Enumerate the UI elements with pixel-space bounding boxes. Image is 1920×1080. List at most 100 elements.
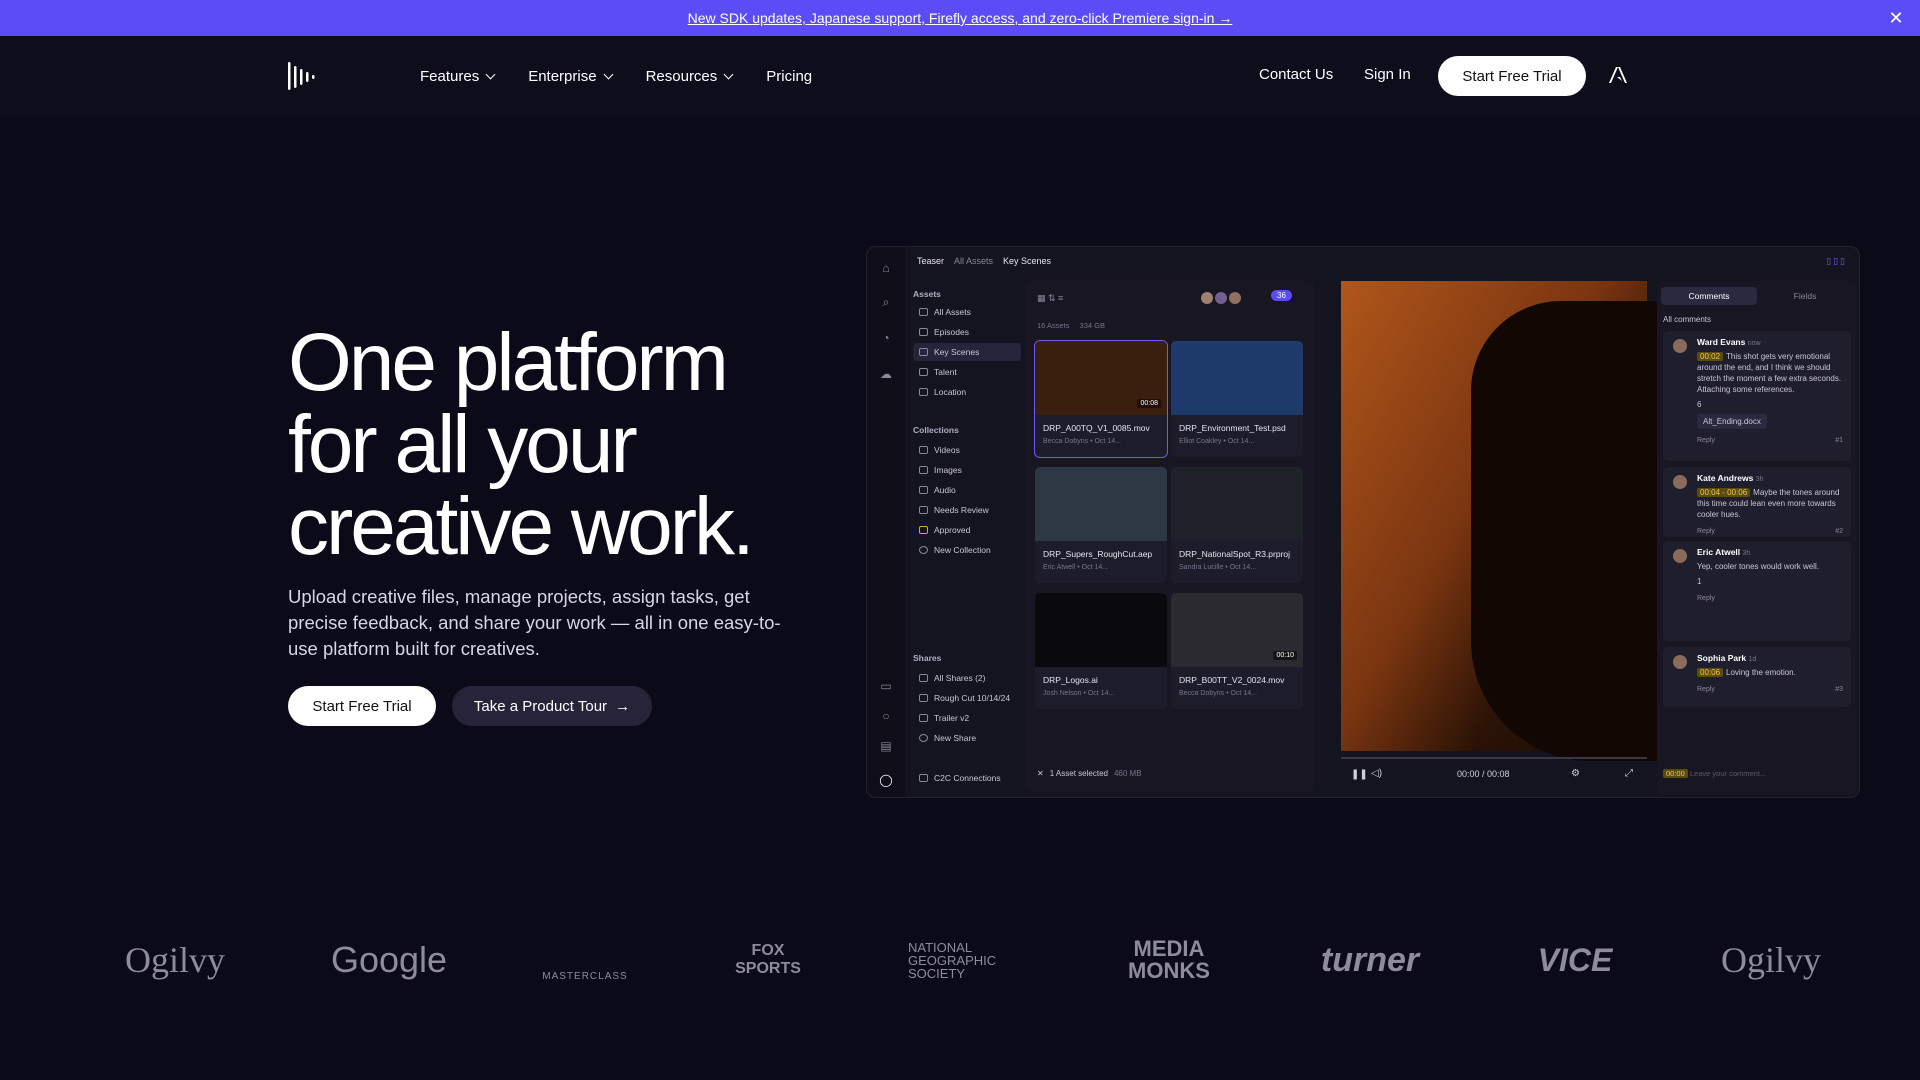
comment-card[interactable]: Kate Andrews 3h 00:04 - 00:06 Maybe the to… xyxy=(1663,467,1851,537)
sidebar-item-key-scenes[interactable]: Key Scenes xyxy=(913,343,1021,361)
announcement-link[interactable]: New SDK updates, Japanese support, Firef… xyxy=(688,10,1233,26)
asset-card[interactable]: 00:08 DRP_A00TQ_V1_0085.mov Becca Dobyns •… xyxy=(1034,340,1168,458)
comment-timestamp[interactable]: 00:06 xyxy=(1697,668,1724,677)
asset-card[interactable]: DRP_Environment_Test.psd Elliot Coakley •… xyxy=(1171,341,1303,457)
fullscreen-icon[interactable]: ⤢ xyxy=(1625,768,1633,779)
sidebar-item-all-assets[interactable]: All Assets xyxy=(913,303,1021,321)
tab-fields[interactable]: Fields xyxy=(1757,287,1853,305)
asset-card[interactable]: DRP_Logos.ai Josh Nelson • Oct 14... xyxy=(1035,593,1167,709)
asset-name: DRP_NationalSpot_R3.prproj xyxy=(1179,549,1291,559)
reply-button[interactable]: Reply #3 xyxy=(1697,684,1843,695)
menu-resources[interactable]: Resources xyxy=(646,68,734,85)
sign-in-link[interactable]: Sign In xyxy=(1364,66,1411,83)
settings-icon[interactable]: ⚙ xyxy=(1571,768,1580,779)
assets-section-title: Assets xyxy=(913,289,941,299)
attachment-chip[interactable]: Alt_Ending.docx xyxy=(1697,414,1767,429)
nav-start-trial-button[interactable]: Start Free Trial xyxy=(1438,56,1586,96)
logo-ogilvy: Ogilvy xyxy=(124,940,225,980)
comment-text: Loving the emotion. xyxy=(1726,668,1796,677)
logo-google: Google xyxy=(330,939,448,980)
asset-card[interactable]: 00:10 DRP_B00TT_V2_0024.mov Becca Dobyns •… xyxy=(1171,593,1303,709)
search-icon[interactable]: ⌕ xyxy=(879,295,893,309)
comments-filter[interactable]: All comments xyxy=(1663,315,1711,324)
member-avatars[interactable] xyxy=(1201,292,1247,304)
sidebar-item-audio[interactable]: Audio xyxy=(913,481,1021,499)
product-tour-button[interactable]: Take a Product Tour → xyxy=(452,686,652,726)
chat-icon[interactable]: ▭ xyxy=(879,679,893,693)
asset-card[interactable]: DRP_Supers_RoughCut.aep Eric Atwell • Oct… xyxy=(1035,467,1167,583)
view-options-icon[interactable]: ▦ ⇅ ≡ xyxy=(1037,293,1063,304)
reply-button[interactable]: Reply xyxy=(1697,593,1843,604)
avatar xyxy=(1673,475,1687,489)
assets-sidebar: Assets All Assets Episodes Key Scenes Ta… xyxy=(913,285,1021,789)
comment-author: Ward Evans now xyxy=(1697,337,1843,349)
asset-card[interactable]: DRP_NationalSpot_R3.prproj Sandra Lucille… xyxy=(1171,467,1303,583)
sidebar-item-rough-cut[interactable]: Rough Cut 10/14/24 xyxy=(913,689,1021,707)
inbox-icon[interactable]: ▤ xyxy=(879,739,893,753)
sidebar-item-trailer[interactable]: Trailer v2 xyxy=(913,709,1021,727)
reply-button[interactable]: Reply #1 xyxy=(1697,435,1843,446)
selection-size: 460 MB xyxy=(1113,769,1142,778)
video-icon xyxy=(919,446,928,454)
menu-label: Features xyxy=(420,67,480,85)
account-icon[interactable]: ◯ xyxy=(879,773,893,787)
reply-button[interactable]: Reply #2 xyxy=(1697,526,1843,537)
pause-icon[interactable]: ❚❚ xyxy=(1351,769,1368,780)
comment-number: #2 xyxy=(1835,528,1843,535)
sidebar-item-new-collection[interactable]: New Collection xyxy=(913,541,1021,559)
bell-icon[interactable]: ◔ xyxy=(879,331,893,345)
menu-pricing[interactable]: Pricing xyxy=(766,68,812,85)
sidebar-item-episodes[interactable]: Episodes xyxy=(913,323,1021,341)
hero-start-trial-button[interactable]: Start Free Trial xyxy=(288,686,436,726)
sidebar-item-talent[interactable]: Talent xyxy=(913,363,1021,381)
reaction-count[interactable]: 6 xyxy=(1697,399,1843,410)
menu-features[interactable]: Features xyxy=(420,67,496,85)
asset-thumbnail xyxy=(1171,341,1303,415)
breadcrumb-folder[interactable]: Key Scenes xyxy=(1003,256,1051,266)
home-icon[interactable]: ⌂ xyxy=(879,261,893,275)
comment-card[interactable]: Ward Evans now 00:02 This shot gets very e… xyxy=(1663,331,1851,461)
asset-name: DRP_Environment_Test.psd xyxy=(1179,423,1286,433)
volume-icon[interactable]: ◁) xyxy=(1371,768,1382,779)
close-icon[interactable]: ✕ xyxy=(1037,769,1044,778)
members-badge[interactable]: 36 xyxy=(1271,290,1292,301)
breadcrumb-root[interactable]: All Assets xyxy=(954,256,993,266)
asset-meta: Josh Nelson • Oct 14... xyxy=(1043,690,1115,697)
layout-toggle-icon[interactable]: ▯▯▯ xyxy=(1826,256,1847,267)
close-icon[interactable]: ✕ xyxy=(1886,8,1906,28)
comment-input[interactable]: 00:00 Leave your comment... xyxy=(1663,769,1851,778)
sidebar-item-needs-review[interactable]: Needs Review xyxy=(913,501,1021,519)
logo-vice: VICE xyxy=(1537,941,1613,978)
comment-card[interactable]: Eric Atwell 3h Yep, cooler tones would wo… xyxy=(1663,541,1851,641)
sidebar-item-images[interactable]: Images xyxy=(913,461,1021,479)
sidebar-item-all-shares[interactable]: All Shares (2) xyxy=(913,669,1021,687)
hero-title-line: One platform xyxy=(288,317,729,408)
menu-enterprise[interactable]: Enterprise xyxy=(528,68,614,85)
tab-comments[interactable]: Comments xyxy=(1661,287,1757,305)
menu-label: Pricing xyxy=(766,67,813,85)
adobe-icon[interactable] xyxy=(1608,66,1628,84)
cloud-upload-icon[interactable]: ☁ xyxy=(879,367,893,381)
comment-timestamp[interactable]: 00:04 - 00:06 xyxy=(1697,488,1751,497)
comment-timestamp[interactable]: 00:02 xyxy=(1697,352,1724,361)
asset-duration: 00:10 xyxy=(1273,651,1297,660)
timeline-scrubber[interactable] xyxy=(1341,757,1647,759)
avatar xyxy=(1673,655,1687,669)
comment-time: 3h xyxy=(1742,550,1751,557)
sidebar-item-new-share[interactable]: New Share xyxy=(913,729,1021,747)
breadcrumb-project[interactable]: Teaser xyxy=(917,256,944,266)
sidebar-item-label: Audio xyxy=(934,485,956,495)
media-viewer[interactable] xyxy=(1341,281,1691,761)
reaction-count[interactable]: 1 xyxy=(1697,576,1843,587)
sidebar-item-location[interactable]: Location xyxy=(913,383,1021,401)
sidebar-item-videos[interactable]: Videos xyxy=(913,441,1021,459)
comment-card[interactable]: Sophia Park 1d 00:06 Loving the emotion. Re… xyxy=(1663,647,1851,707)
lightbulb-icon[interactable]: ○ xyxy=(879,709,893,723)
sidebar-item-approved[interactable]: Approved xyxy=(913,521,1021,539)
brand-logo-icon[interactable] xyxy=(286,58,322,94)
contact-link[interactable]: Contact Us xyxy=(1259,66,1333,83)
sidebar-item-c2c[interactable]: C2C Connections xyxy=(913,769,1021,787)
chevron-down-icon xyxy=(603,69,614,79)
asset-meta: Sandra Lucille • Oct 14... xyxy=(1179,564,1257,571)
hero-title-line: creative work. xyxy=(288,481,755,572)
